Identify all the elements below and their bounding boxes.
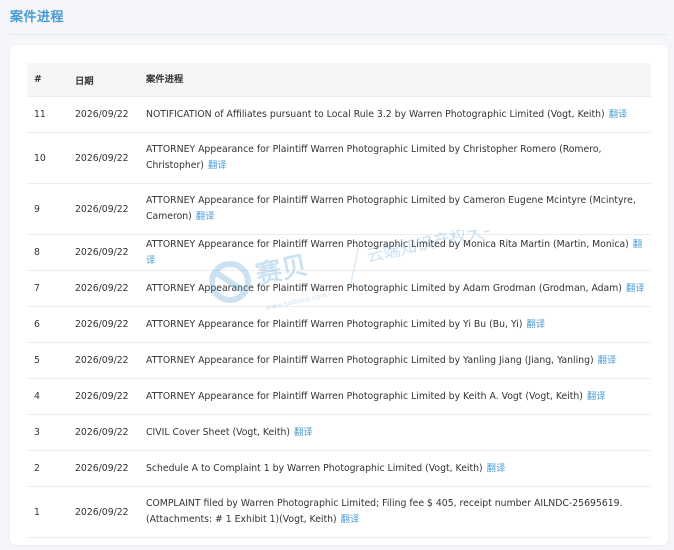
- table-body: 11 2026/09/22 NOTIFICATION of Affiliates p…: [27, 97, 651, 538]
- row-number: 6: [34, 319, 40, 330]
- row-description: COMPLAINT filed by Warren Photographic L…: [146, 498, 623, 525]
- header-date: 日期: [75, 75, 94, 87]
- table-row: 1 2026/09/22 COMPLAINT filed by Warren Pho…: [27, 487, 651, 538]
- section-title: 案件进程: [10, 10, 65, 25]
- row-description: ATTORNEY Appearance for Plaintiff Warren…: [146, 318, 523, 330]
- row-date: 2026/09/22: [75, 109, 129, 120]
- row-number: 7: [34, 283, 40, 294]
- table-row: 5 2026/09/22 ATTORNEY Appearance for Plain…: [27, 343, 651, 379]
- row-number: 3: [34, 427, 40, 438]
- table-row: 9 2026/09/22 ATTORNEY Appearance for Plain…: [27, 184, 651, 235]
- table-row: 10 2026/09/22 ATTORNEY Appearance for Plai…: [27, 133, 651, 184]
- translate-link[interactable]: 翻译: [609, 109, 628, 120]
- row-number: 9: [34, 203, 40, 215]
- row-description-cell: ATTORNEY Appearance for Plaintiff Warren…: [146, 237, 651, 269]
- row-description-cell: ATTORNEY Appearance for Plaintiff Warren…: [146, 353, 651, 369]
- table-row: 11 2026/09/22 NOTIFICATION of Affiliates p…: [27, 97, 651, 133]
- translate-link[interactable]: 翻译: [208, 160, 227, 171]
- row-description-cell: ATTORNEY Appearance for Plaintiff Warren…: [146, 317, 651, 333]
- row-date: 2026/09/22: [75, 247, 129, 258]
- table-row: 8 2026/09/22 ATTORNEY Appearance for Plain…: [27, 235, 651, 271]
- row-description-cell: CIVIL Cover Sheet (Vogt, Keith) 翻译: [146, 425, 651, 441]
- row-description-cell: Schedule A to Complaint 1 by Warren Phot…: [146, 461, 651, 477]
- row-date: 2026/09/22: [75, 391, 129, 402]
- table-row: 6 2026/09/22 ATTORNEY Appearance for Plain…: [27, 307, 651, 343]
- translate-link[interactable]: 翻译: [527, 319, 546, 330]
- translate-link[interactable]: 翻译: [626, 283, 645, 294]
- row-description-cell: ATTORNEY Appearance for Plaintiff Warren…: [146, 193, 651, 225]
- row-number: 10: [34, 152, 46, 164]
- row-description-cell: ATTORNEY Appearance for Plaintiff Warren…: [146, 281, 651, 297]
- header-num: #: [34, 74, 42, 85]
- translate-link[interactable]: 翻译: [341, 514, 360, 525]
- row-date: 2026/09/22: [75, 506, 129, 518]
- row-description: ATTORNEY Appearance for Plaintiff Warren…: [146, 238, 629, 250]
- row-date: 2026/09/22: [75, 283, 129, 294]
- row-description: ATTORNEY Appearance for Plaintiff Warren…: [146, 195, 636, 222]
- table-row: 2 2026/09/22 Schedule A to Complaint 1 by …: [27, 451, 651, 487]
- row-date: 2026/09/22: [75, 203, 129, 215]
- header-desc: 案件进程: [146, 73, 184, 85]
- translate-link[interactable]: 翻译: [196, 211, 215, 222]
- row-description-cell: ATTORNEY Appearance for Plaintiff Warren…: [146, 142, 651, 174]
- table-row: 4 2026/09/22 ATTORNEY Appearance for Plain…: [27, 379, 651, 415]
- translate-link[interactable]: 翻译: [587, 391, 606, 402]
- row-number: 4: [34, 391, 40, 402]
- row-number: 5: [34, 355, 40, 366]
- row-date: 2026/09/22: [75, 355, 129, 366]
- table-row: 3 2026/09/22 CIVIL Cover Sheet (Vogt, Keit…: [27, 415, 651, 451]
- row-description-cell: NOTIFICATION of Affiliates pursuant to L…: [146, 107, 651, 123]
- case-progress-card: # 日期 案件进程 11 2026/09/22 NOTIFICATION of Af…: [10, 45, 668, 545]
- row-description: ATTORNEY Appearance for Plaintiff Warren…: [146, 282, 622, 294]
- table-row: 7 2026/09/22 ATTORNEY Appearance for Plain…: [27, 271, 651, 307]
- row-description: Schedule A to Complaint 1 by Warren Phot…: [146, 462, 483, 474]
- row-number: 8: [34, 247, 40, 258]
- row-date: 2026/09/22: [75, 319, 129, 330]
- row-description: ATTORNEY Appearance for Plaintiff Warren…: [146, 354, 594, 366]
- translate-link[interactable]: 翻译: [294, 427, 313, 438]
- row-description: CIVIL Cover Sheet (Vogt, Keith): [146, 426, 290, 438]
- translate-link[interactable]: 翻译: [487, 463, 506, 474]
- row-description: NOTIFICATION of Affiliates pursuant to L…: [146, 108, 605, 120]
- row-date: 2026/09/22: [75, 427, 129, 438]
- row-description: ATTORNEY Appearance for Plaintiff Warren…: [146, 390, 583, 402]
- table-header: # 日期 案件进程: [27, 63, 651, 97]
- row-description-cell: ATTORNEY Appearance for Plaintiff Warren…: [146, 389, 651, 405]
- translate-link[interactable]: 翻译: [598, 355, 617, 366]
- row-description-cell: COMPLAINT filed by Warren Photographic L…: [146, 496, 651, 528]
- row-number: 2: [34, 463, 40, 474]
- row-date: 2026/09/22: [75, 152, 129, 164]
- row-number: 11: [34, 109, 46, 120]
- title-divider: [10, 34, 668, 35]
- row-date: 2026/09/22: [75, 463, 129, 474]
- row-number: 1: [34, 506, 40, 518]
- case-progress-table: # 日期 案件进程 11 2026/09/22 NOTIFICATION of Af…: [27, 63, 651, 538]
